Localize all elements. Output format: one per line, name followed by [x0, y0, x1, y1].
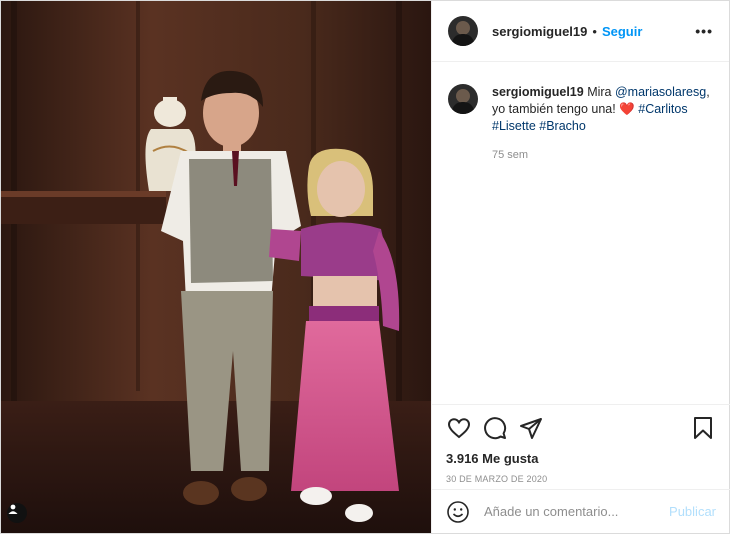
action-icons — [446, 415, 716, 441]
post-actions: 3.916 Me gusta 30 DE MARZO DE 2020 — [432, 404, 730, 484]
comment-bubble-icon[interactable] — [482, 415, 508, 441]
post-header: sergiomiguel19 • Seguir ••• — [432, 1, 729, 62]
follow-button[interactable]: Seguir — [602, 24, 642, 39]
caption-username[interactable]: sergiomiguel19 — [492, 85, 584, 99]
post-date[interactable]: 30 DE MARZO DE 2020 — [446, 474, 716, 484]
comment-bar: Publicar — [432, 489, 730, 533]
more-options-icon[interactable]: ••• — [695, 23, 713, 39]
instagram-post: sergiomiguel19 • Seguir ••• sergiomiguel… — [0, 0, 730, 534]
emoji-smiley-icon[interactable] — [446, 500, 470, 524]
post-side-panel: sergiomiguel19 • Seguir ••• sergiomiguel… — [431, 1, 730, 533]
caption-avatar[interactable] — [448, 84, 478, 114]
comment-input[interactable] — [484, 504, 664, 519]
header-username[interactable]: sergiomiguel19 — [492, 24, 587, 39]
hashtag-carlitos[interactable]: #Carlitos — [638, 102, 687, 116]
publish-button[interactable]: Publicar — [669, 504, 716, 519]
heart-emoji-icon: ❤️ — [619, 102, 635, 116]
photo-illustration — [1, 1, 431, 533]
likes-count[interactable]: 3.916 Me gusta — [446, 451, 716, 466]
hashtag-lisette[interactable]: #Lisette — [492, 119, 536, 133]
caption: sergiomiguel19 Mira @mariasolaresg, yo t… — [432, 62, 729, 164]
user-tag-icon[interactable] — [7, 503, 27, 523]
separator-dot: • — [592, 23, 597, 39]
like-heart-icon[interactable] — [446, 415, 472, 441]
post-photo[interactable] — [1, 1, 431, 533]
caption-text: Mira — [587, 85, 612, 99]
avatar[interactable] — [448, 16, 478, 46]
caption-time[interactable]: 75 sem — [492, 147, 712, 164]
caption-mention[interactable]: @mariasolaresg — [615, 85, 706, 99]
caption-body: sergiomiguel19 Mira @mariasolaresg, yo t… — [492, 84, 712, 164]
share-paper-plane-icon[interactable] — [518, 415, 544, 441]
save-bookmark-icon[interactable] — [690, 415, 716, 441]
hashtag-bracho[interactable]: #Bracho — [539, 119, 586, 133]
